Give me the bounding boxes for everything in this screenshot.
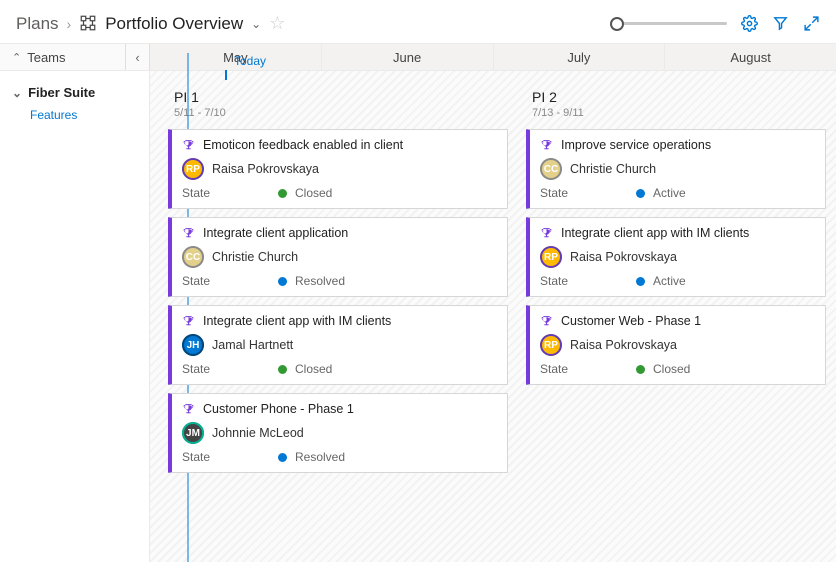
teams-header-label: Teams — [27, 50, 65, 65]
work-item-title: Integrate client app with IM clients — [203, 314, 391, 328]
state-dot-icon — [278, 365, 287, 374]
assignee-name: Christie Church — [570, 162, 656, 176]
state-dot-icon — [636, 189, 645, 198]
team-name: Fiber Suite — [28, 85, 95, 100]
assignee-name: Johnnie McLeod — [212, 426, 304, 440]
month-header: July — [494, 44, 666, 70]
assignee-name: Raisa Pokrovskaya — [570, 250, 677, 264]
avatar: RP — [540, 246, 562, 268]
state-dot-icon — [278, 277, 287, 286]
filter-icon[interactable] — [772, 15, 789, 32]
work-item-card[interactable]: Customer Phone - Phase 1 JM Johnnie McLeod… — [168, 393, 508, 473]
team-expander[interactable]: ⌄ Fiber Suite — [12, 85, 137, 100]
work-item-card[interactable]: Integrate client app with IM clients JH Ja… — [168, 305, 508, 385]
trophy-icon — [182, 315, 195, 328]
state-dot-icon — [636, 365, 645, 374]
avatar: JH — [182, 334, 204, 356]
assignee-name: Raisa Pokrovskaya — [212, 162, 319, 176]
column-title: PI 2 — [532, 89, 826, 105]
state-value: Active — [653, 186, 686, 200]
avatar: CC — [540, 158, 562, 180]
column-dates: 5/11 - 7/10 — [174, 107, 508, 119]
state-dot-icon — [278, 453, 287, 462]
collapse-icon[interactable]: ⌃ — [12, 51, 21, 64]
column-title: PI 1 — [174, 89, 508, 105]
column-dates: 7/13 - 9/11 — [532, 107, 826, 119]
assignee-name: Raisa Pokrovskaya — [570, 338, 677, 352]
state-label: State — [540, 274, 636, 288]
work-item-card[interactable]: Customer Web - Phase 1 RP Raisa Pokrovskay… — [526, 305, 826, 385]
fullscreen-icon[interactable] — [803, 15, 820, 32]
chevron-down-icon: ⌄ — [12, 86, 22, 100]
page-title[interactable]: Portfolio Overview — [105, 14, 243, 34]
work-item-card[interactable]: Integrate client app with IM clients RP Ra… — [526, 217, 826, 297]
work-item-title: Improve service operations — [561, 138, 711, 152]
trophy-icon — [182, 403, 195, 416]
state-value: Closed — [295, 362, 332, 376]
favorite-star-icon[interactable]: ☆ — [269, 13, 285, 34]
state-value: Resolved — [295, 450, 345, 464]
state-label: State — [182, 274, 278, 288]
state-label: State — [182, 450, 278, 464]
avatar: RP — [540, 334, 562, 356]
state-value: Closed — [295, 186, 332, 200]
avatar: JM — [182, 422, 204, 444]
work-item-title: Customer Web - Phase 1 — [561, 314, 701, 328]
month-header: June — [322, 44, 494, 70]
settings-gear-icon[interactable] — [741, 15, 758, 32]
board: PI 1 5/11 - 7/10 Emoticon feedback enabled… — [150, 71, 836, 562]
breadcrumb: Plans › Portfolio Overview ⌄ ☆ — [16, 12, 285, 35]
chevron-down-icon[interactable]: ⌄ — [251, 17, 261, 31]
plan-icon — [79, 12, 97, 35]
work-item-title: Customer Phone - Phase 1 — [203, 402, 354, 416]
state-dot-icon — [636, 277, 645, 286]
state-label: State — [182, 362, 278, 376]
iteration-column: PI 2 7/13 - 9/11 Improve service operation… — [526, 89, 826, 481]
state-value: Resolved — [295, 274, 345, 288]
state-label: State — [182, 186, 278, 200]
state-value: Closed — [653, 362, 690, 376]
state-label: State — [540, 362, 636, 376]
trophy-icon — [182, 139, 195, 152]
work-item-title: Integrate client application — [203, 226, 348, 240]
avatar: CC — [182, 246, 204, 268]
work-item-title: Emoticon feedback enabled in client — [203, 138, 403, 152]
work-item-title: Integrate client app with IM clients — [561, 226, 749, 240]
work-item-card[interactable]: Emoticon feedback enabled in client RP Rai… — [168, 129, 508, 209]
breadcrumb-root[interactable]: Plans — [16, 14, 59, 34]
zoom-slider[interactable] — [617, 15, 727, 33]
iteration-column: PI 1 5/11 - 7/10 Emoticon feedback enabled… — [168, 89, 508, 481]
features-link[interactable]: Features — [30, 108, 137, 122]
state-label: State — [540, 186, 636, 200]
month-header: May — [150, 44, 322, 70]
work-item-card[interactable]: Improve service operations CC Christie Chu… — [526, 129, 826, 209]
assignee-name: Christie Church — [212, 250, 298, 264]
avatar: RP — [182, 158, 204, 180]
month-header: August — [665, 44, 836, 70]
trophy-icon — [540, 227, 553, 240]
scroll-left-button[interactable]: ‹ — [125, 44, 149, 70]
work-item-card[interactable]: Integrate client application CC Christie C… — [168, 217, 508, 297]
trophy-icon — [182, 227, 195, 240]
trophy-icon — [540, 139, 553, 152]
chevron-right-icon: › — [67, 16, 72, 32]
state-dot-icon — [278, 189, 287, 198]
state-value: Active — [653, 274, 686, 288]
trophy-icon — [540, 315, 553, 328]
sidebar: ⌄ Fiber Suite Features — [0, 71, 150, 562]
assignee-name: Jamal Hartnett — [212, 338, 293, 352]
timeline-header: ⌃ Teams ‹ May June July August — [0, 43, 836, 71]
